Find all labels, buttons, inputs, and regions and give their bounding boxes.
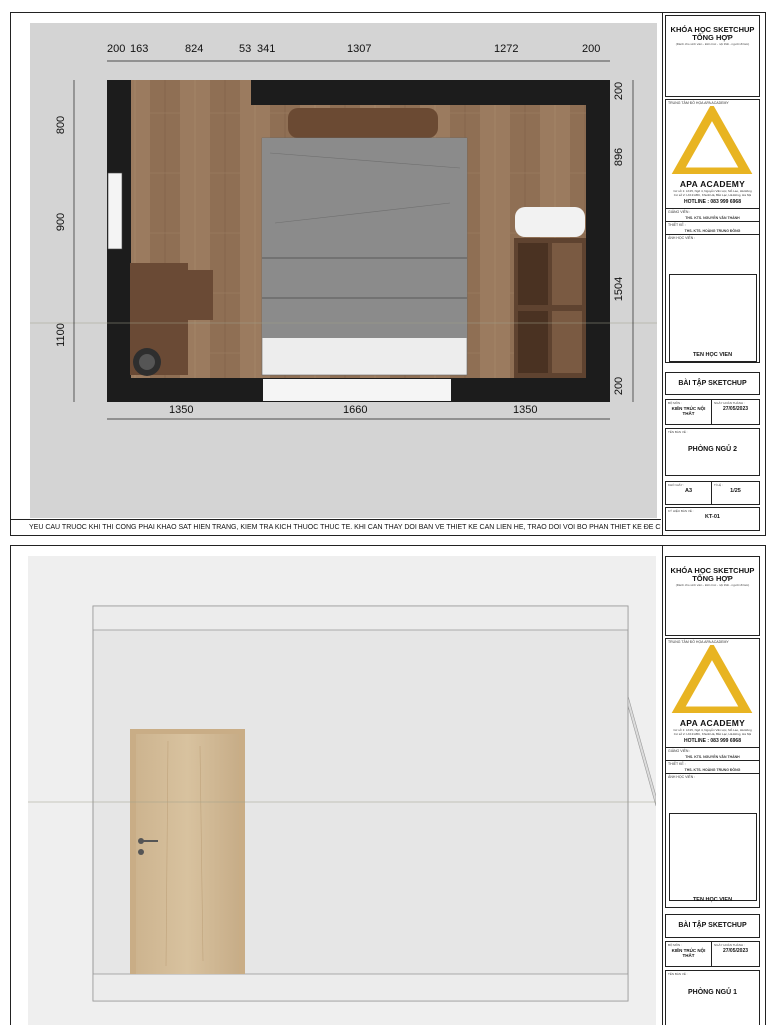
sheet-number: KT-01 [705,514,720,520]
address-2: Cơ sở 2: LK19 ABC, Khuất Hà, Bắc Lạc, Hà… [673,193,752,197]
subject-date-box: BỘ MÔN : KIẾN TRÚC NỘI THẤT NGÀY HOÀN TH… [665,941,760,967]
hotline: HOTLINE : 083 999 6968 [684,738,741,744]
student-photo-frame [669,274,757,362]
address-2: Cơ sở 2: LK19 ABC, Khuất Hà, Bắc Lạc, Hà… [673,732,752,736]
drawing-name: PHÒNG NGỦ 1 [687,989,737,996]
elevation-drawing [28,556,657,1025]
assignment-title: BÀI TẬP SKETCHUP [678,380,747,387]
elevation-svg [28,605,657,1002]
dim-left-2: 900 [55,212,68,232]
apa-logo-icon [670,641,754,716]
date-value: 27/05/2023 [722,948,749,954]
title-block-2: KHÓA HỌC SKETCHUP TỔNG HỢP (Dành cho sin… [662,546,765,1025]
paper-value: A3 [684,488,693,494]
dim-top-7: 1272 [494,43,519,55]
course-subtitle: (Dành cho sinh viên - kiến trúc - nội th… [675,42,750,46]
drawing-label: TÊN BẢN VẼ : [668,430,688,434]
subject-date-box: BỘ MÔN : KIẾN TRÚC NỘI THẤT NGÀY HOÀN TH… [665,399,760,425]
drawing-name: PHÒNG NGỦ 2 [687,446,737,453]
course-box: KHÓA HỌC SKETCHUP TỔNG HỢP (Dành cho sin… [665,556,760,636]
dim-top-1: 200 [107,43,126,55]
dim-top-6: 1307 [347,43,372,55]
drawing-label: TÊN BẢN VẼ : [668,972,688,976]
student-name: TEN HỌC VIEN [692,897,733,903]
dim-right-4: 200 [613,376,626,396]
dim-right-1: 200 [613,81,626,101]
dim-top-5: 341 [257,43,276,55]
dim-top-3: 824 [185,43,204,55]
assignment-title: BÀI TẬP SKETCHUP [678,922,747,929]
scale-cell: TỈ LỆ : 1/25 [712,482,759,494]
assignment-box: BÀI TẬP SKETCHUP [665,372,760,395]
title-block-1: KHÓA HỌC SKETCHUP TỔNG HỢP (Dành cho sin… [662,13,765,535]
dim-bottom-2: 1660 [343,404,368,416]
logo-name: APA ACADEMY [679,718,746,728]
paper-cell: KHỔ GIẤY : A3 [666,482,712,504]
sheet-number-box: KÝ HIỆU BẢN VẼ : KT-01 [665,507,760,531]
apa-logo-icon [670,102,754,177]
logo-name: APA ACADEMY [679,179,746,189]
academy-box: TRUNG TÂM ĐỒ HỌA APA ACADEMY APA ACADEMY… [665,638,760,908]
dim-right-3: 1504 [613,276,626,302]
student-photo-frame [669,813,757,901]
construction-note: YEU CAU TRUOC KHI THI CONG PHAI KHAO SAT… [11,519,661,534]
date-value: 27/05/2023 [722,406,749,412]
dim-left-3: 1100 [54,323,67,347]
course-title: KHÓA HỌC SKETCHUP TỔNG HỢP [670,25,755,42]
floor-plan-drawing: 200 163 824 53 341 1307 1272 200 1350 16… [30,23,657,518]
academy-box: TRUNG TÂM ĐỒ HỌA APA ACADEMY APA ACADEMY… [665,99,760,363]
dim-top-2: 163 [130,43,149,55]
floor-plan-svg [30,60,657,420]
subject-value: KIẾN TRÚC NỘI THẤT [671,948,706,958]
paper-scale-box: KHỔ GIẤY : A3 TỈ LỆ : 1/25 [665,481,760,505]
subject-cell: BỘ MÔN : KIẾN TRÚC NỘI THẤT [666,942,712,966]
dim-bottom-1: 1350 [169,404,194,416]
date-cell: NGÀY HOÀN THÀNH : 27/05/2023 [712,942,759,954]
dim-bottom-3: 1350 [513,404,538,416]
assignment-box: BÀI TẬP SKETCHUP [665,914,760,938]
course-box: KHÓA HỌC SKETCHUP TỔNG HỢP (Dành cho sin… [665,15,760,97]
dim-top-4: 53 [239,43,252,55]
dim-top-8: 200 [582,43,601,55]
scale-value: 1/25 [730,488,741,494]
drawing-name-box: TÊN BẢN VẼ : PHÒNG NGỦ 2 [665,428,760,476]
dim-right-2: 896 [613,147,626,167]
course-title: KHÓA HỌC SKETCHUP TỔNG HỢP [670,566,755,583]
drawing-sheet-1: 200 163 824 53 341 1307 1272 200 1350 16… [10,12,766,536]
subject-value: KIẾN TRÚC NỘI THẤT [671,406,706,416]
drawing-name-box: TÊN BẢN VẼ : PHÒNG NGỦ 1 [665,970,760,1025]
hotline: HOTLINE : 083 999 6968 [684,199,741,205]
dim-left-1: 800 [55,115,68,135]
subject-cell: BỘ MÔN : KIẾN TRÚC NỘI THẤT [666,400,712,424]
photo-label: ẢNH HỌC VIÊN : [668,236,696,240]
course-subtitle: (Dành cho sinh viên - kiến trúc - nội th… [675,583,750,587]
student-name: TEN HỌC VIEN [692,352,733,358]
drawing-sheet-2: KHÓA HỌC SKETCHUP TỔNG HỢP (Dành cho sin… [10,545,766,1025]
photo-label: ẢNH HỌC VIÊN : [668,775,696,779]
date-cell: NGÀY HOÀN THÀNH : 27/05/2023 [712,400,759,412]
